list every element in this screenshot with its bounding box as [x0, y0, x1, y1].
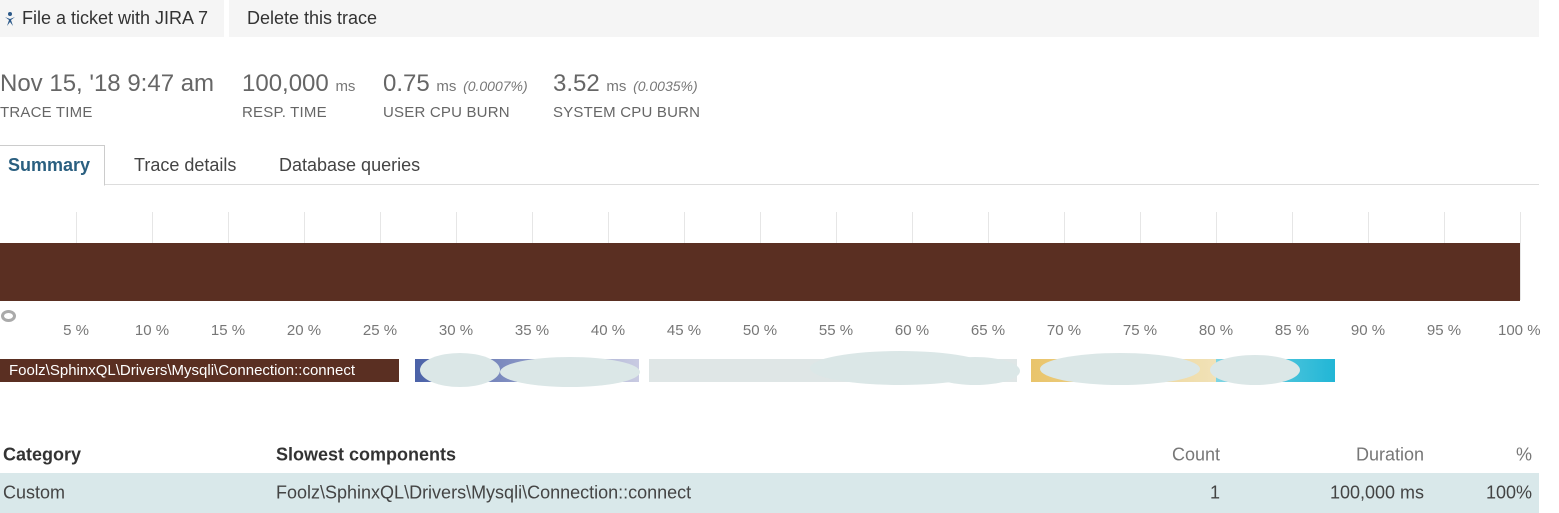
header-slowest-components[interactable]: Slowest components [276, 444, 456, 465]
jira-button-label: File a ticket with JIRA 7 [22, 8, 209, 28]
metric-unit: ms [436, 78, 457, 95]
chart-tick-label: 55 % [818, 322, 854, 339]
legend-item[interactable]: Foolz\SphinxQL\Drivers\Mysqli\Connection… [0, 359, 399, 382]
file-jira-ticket-button[interactable]: File a ticket with JIRA 7 [0, 0, 224, 37]
chart-tick-label: 15 % [210, 322, 246, 339]
tab-summary[interactable]: Summary [0, 145, 105, 186]
metric-value: Nov 15, '18 9:47 am [0, 70, 215, 97]
metric-unit: ms [606, 78, 627, 95]
chart-tick-label: 60 % [894, 322, 930, 339]
metric-percent: (0.0007%) [463, 78, 528, 94]
chart-tick-label: 75 % [1122, 322, 1158, 339]
chart-tick-label: 65 % [970, 322, 1006, 339]
metric-percent: (0.0035%) [633, 78, 698, 94]
chart-bar-segment[interactable] [0, 243, 1520, 301]
tab-trace-details[interactable]: Trace details [134, 145, 236, 185]
chart-tick-label: 80 % [1198, 322, 1234, 339]
header-percent[interactable]: % [1516, 444, 1532, 465]
cell-percent: 100% [1485, 482, 1532, 503]
metric-label: SYSTEM CPU BURN [553, 104, 701, 121]
metric-value: 3.52 ms (0.0035%) [553, 70, 698, 97]
chart-tick-label: 85 % [1274, 322, 1310, 339]
chart-tick-label: 20 % [286, 322, 322, 339]
chart-tick-label: 40 % [590, 322, 626, 339]
redaction-blur [1210, 355, 1300, 385]
cell-count: 1 [1209, 482, 1220, 503]
delete-trace-button[interactable]: Delete this trace [229, 0, 1539, 37]
tab-database-queries[interactable]: Database queries [279, 145, 420, 185]
trace-metrics: Nov 15, '18 9:47 am TRACE TIME 100,000 m… [0, 70, 700, 121]
trace-tabs: Summary Trace details Database queries [0, 145, 1539, 186]
metric-trace-time: Nov 15, '18 9:47 am TRACE TIME [0, 70, 242, 121]
table-row[interactable]: Custom Foolz\SphinxQL\Drivers\Mysqli\Con… [0, 473, 1539, 513]
chart-legend: Foolz\SphinxQL\Drivers\Mysqli\Connection… [0, 351, 1559, 387]
table-header: Category Slowest components Count Durati… [0, 436, 1539, 473]
header-category[interactable]: Category [3, 444, 81, 465]
action-bar: File a ticket with JIRA 7 Delete this tr… [0, 0, 1539, 37]
metric-user-cpu: 0.75 ms (0.0007%) USER CPU BURN [383, 70, 553, 121]
metric-label: TRACE TIME [0, 104, 93, 121]
redaction-blur [1040, 353, 1200, 385]
redaction-blur [500, 357, 640, 387]
redaction-blur [420, 353, 500, 387]
chart-tick-label: 95 % [1426, 322, 1462, 339]
metric-resp-time: 100,000 ms RESP. TIME [242, 70, 383, 121]
chart-tick-label: 5 % [63, 322, 89, 339]
chart-tick-label: 25 % [362, 322, 398, 339]
chart-tick-label: 90 % [1350, 322, 1386, 339]
chart-gridline [1520, 212, 1521, 300]
header-duration[interactable]: Duration [1356, 444, 1424, 465]
delete-button-label: Delete this trace [247, 8, 378, 28]
cell-component: Foolz\SphinxQL\Drivers\Mysqli\Connection… [276, 482, 692, 503]
metric-label: USER CPU BURN [383, 104, 510, 121]
chart-tick-label: 100 % [1498, 322, 1541, 339]
jira-icon [5, 11, 15, 26]
metric-value: 0.75 ms (0.0007%) [383, 70, 528, 97]
metric-value: 100,000 ms [242, 70, 356, 97]
chart-tick-label: 70 % [1046, 322, 1082, 339]
chart-tick-label: 10 % [134, 322, 170, 339]
metric-label: RESP. TIME [242, 104, 327, 121]
chart-tick-label: 45 % [666, 322, 702, 339]
chart-origin-marker [1, 310, 16, 322]
cell-category: Custom [3, 482, 66, 503]
header-count[interactable]: Count [1172, 444, 1220, 465]
chart-tick-label: 35 % [514, 322, 550, 339]
components-table: Category Slowest components Count Durati… [0, 436, 1539, 513]
redaction-blur [930, 357, 1020, 385]
chart-tick-label: 30 % [438, 322, 474, 339]
trace-breakdown-chart: 5 % 10 % 15 % 20 % 25 % 30 % 35 % 40 % 45 % 50 % 5… [0, 212, 1559, 347]
metric-system-cpu: 3.52 ms (0.0035%) SYSTEM CPU BURN [553, 70, 700, 121]
metric-unit: ms [335, 78, 356, 95]
chart-tick-label: 50 % [742, 322, 778, 339]
cell-duration: 100,000 ms [1329, 482, 1424, 503]
